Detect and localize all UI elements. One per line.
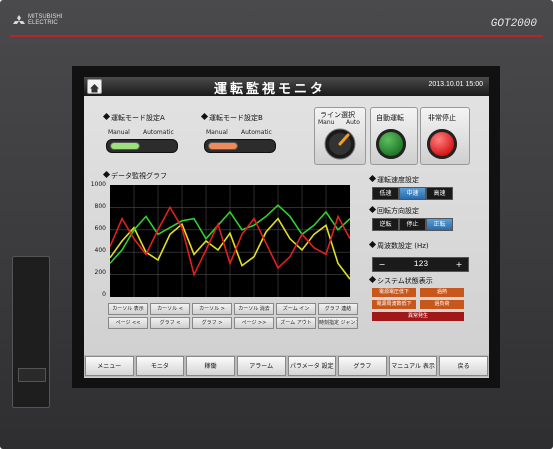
system-status-title: システム状態表示 bbox=[368, 275, 433, 286]
mode-a-toggle[interactable] bbox=[106, 139, 178, 153]
speed-option[interactable]: 中速 bbox=[399, 187, 426, 200]
graph-control-button[interactable]: カーソル < bbox=[150, 303, 190, 315]
graph-control-button[interactable]: ズーム アウト bbox=[276, 317, 316, 329]
graph-control-button[interactable]: カーソル 消去 bbox=[234, 303, 274, 315]
bezel-accent-line bbox=[10, 35, 543, 37]
usb-port-cover[interactable] bbox=[12, 256, 50, 408]
mode-a-label: 運転モード設定A bbox=[111, 114, 165, 122]
home-icon bbox=[90, 84, 99, 93]
line-select-auto: Auto bbox=[346, 119, 360, 126]
y-tick-label: 400 bbox=[94, 247, 106, 254]
hmi-screen: 運転監視モニタ 2013.10.01 15:00 運転モード設定A Manual… bbox=[84, 77, 489, 378]
frequency-setter: − 123 + bbox=[372, 257, 469, 272]
graph-control-button[interactable]: 時刻指定 ジャンプ bbox=[318, 317, 358, 329]
brand-line-2: ELECTRIC bbox=[28, 20, 58, 26]
direction-option[interactable]: 逆転 bbox=[372, 218, 399, 231]
trend-chart bbox=[110, 185, 350, 297]
graph-control-button[interactable]: グラフ > bbox=[192, 317, 232, 329]
page-title: 運転監視モニタ bbox=[214, 82, 327, 97]
auto-run-button[interactable] bbox=[376, 129, 406, 159]
model-name: GOT2000 bbox=[490, 18, 537, 30]
speed-option[interactable]: 高速 bbox=[426, 187, 453, 200]
mode-a-indicator bbox=[110, 142, 140, 150]
mode-b-toggle[interactable] bbox=[204, 139, 276, 153]
line-select-knob[interactable] bbox=[324, 128, 356, 160]
menu-button[interactable]: 戻る bbox=[439, 356, 488, 376]
y-tick-label: 0 bbox=[102, 291, 106, 298]
menu-button[interactable]: パラメータ 設定 bbox=[287, 356, 337, 376]
bottom-menu-bar: メニュー モニタ 稼働 アラーム パラメータ 設定 グラフ マニュアル 表示 戻る bbox=[84, 355, 489, 377]
frequency-plus-button[interactable]: + bbox=[452, 258, 466, 271]
status-lamp: 過負荷 bbox=[420, 300, 464, 309]
menu-button[interactable]: モニタ bbox=[135, 356, 185, 376]
graph-control-button[interactable]: ページ << bbox=[108, 317, 148, 329]
graph-button-row-2: ページ << グラフ < グラフ > ページ >> ズーム アウト 時刻指定 ジャンプ bbox=[108, 317, 358, 329]
menu-button[interactable]: 稼働 bbox=[186, 356, 235, 376]
emergency-stop-label: 非常停止 bbox=[428, 114, 456, 122]
y-tick-label: 200 bbox=[94, 269, 106, 276]
mode-a-manual: Manual bbox=[108, 129, 130, 136]
speed-title: 運転速度設定 bbox=[368, 174, 419, 185]
graph-control-button[interactable]: ズーム イン bbox=[276, 303, 316, 315]
frequency-minus-button[interactable]: − bbox=[375, 258, 389, 271]
direction-label: 回転方向設定 bbox=[377, 207, 419, 215]
menu-button[interactable]: マニュアル 表示 bbox=[388, 356, 438, 376]
graph-control-button[interactable]: ページ >> bbox=[234, 317, 274, 329]
status-lamp: 過熱 bbox=[420, 288, 464, 297]
speed-label: 運転速度設定 bbox=[377, 176, 419, 184]
frequency-title: 周波数設定 (Hz) bbox=[368, 240, 429, 251]
status-lamp: 電源電圧低下 bbox=[372, 288, 416, 297]
y-tick-label: 800 bbox=[94, 203, 106, 210]
mode-b-manual: Manual bbox=[206, 129, 228, 136]
status-lamp: 異常発生 bbox=[372, 312, 464, 321]
chart-title-row: データ監視グラフ bbox=[102, 170, 167, 181]
mode-b-label: 運転モード設定B bbox=[209, 114, 263, 122]
direction-option[interactable]: 停止 bbox=[399, 218, 426, 231]
auto-run-label: 自動運転 bbox=[376, 114, 404, 122]
speed-selector: 低速 中速 高速 bbox=[372, 187, 453, 200]
graph-control-button[interactable]: カーソル 表示 bbox=[108, 303, 148, 315]
graph-control-button[interactable]: グラフ < bbox=[150, 317, 190, 329]
usb-slot bbox=[18, 368, 46, 382]
status-lamp: 電源周波数低下 bbox=[372, 300, 416, 309]
datetime-display: 2013.10.01 15:00 bbox=[428, 81, 484, 88]
y-tick-label: 1000 bbox=[90, 181, 106, 188]
direction-title: 回転方向設定 bbox=[368, 205, 419, 216]
mode-a-title: 運転モード設定A bbox=[102, 112, 165, 123]
mode-b-automatic: Automatic bbox=[241, 129, 272, 136]
mode-a-automatic: Automatic bbox=[143, 129, 174, 136]
direction-selector: 逆転 停止 正転 bbox=[372, 218, 453, 231]
y-tick-label: 600 bbox=[94, 225, 106, 232]
frequency-label: 周波数設定 (Hz) bbox=[377, 242, 429, 250]
speed-option[interactable]: 低速 bbox=[372, 187, 399, 200]
graph-control-button[interactable]: グラフ 連結 bbox=[318, 303, 358, 315]
direction-option[interactable]: 正転 bbox=[426, 218, 453, 231]
menu-button[interactable]: グラフ bbox=[338, 356, 387, 376]
menu-button[interactable]: アラーム bbox=[236, 356, 286, 376]
frequency-value[interactable]: 123 bbox=[401, 258, 441, 271]
graph-button-row-1: カーソル 表示 カーソル < カーソル > カーソル 消去 ズーム イン グラフ 連結 bbox=[108, 303, 358, 315]
graph-control-button[interactable]: カーソル > bbox=[192, 303, 232, 315]
screen-header: 運転監視モニタ 2013.10.01 15:00 bbox=[84, 77, 489, 97]
mode-b-indicator bbox=[208, 142, 238, 150]
mode-b-title: 運転モード設定B bbox=[200, 112, 263, 123]
system-status-label: システム状態表示 bbox=[377, 277, 433, 285]
chart-title: データ監視グラフ bbox=[111, 172, 167, 180]
brand-name: MITSUBISHI ELECTRIC bbox=[28, 14, 62, 26]
menu-button[interactable]: メニュー bbox=[85, 356, 134, 376]
emergency-stop-button[interactable] bbox=[427, 129, 457, 159]
home-button[interactable] bbox=[87, 79, 102, 94]
mitsubishi-logo-icon bbox=[13, 15, 25, 24]
line-select-manu: Manu bbox=[318, 119, 335, 126]
